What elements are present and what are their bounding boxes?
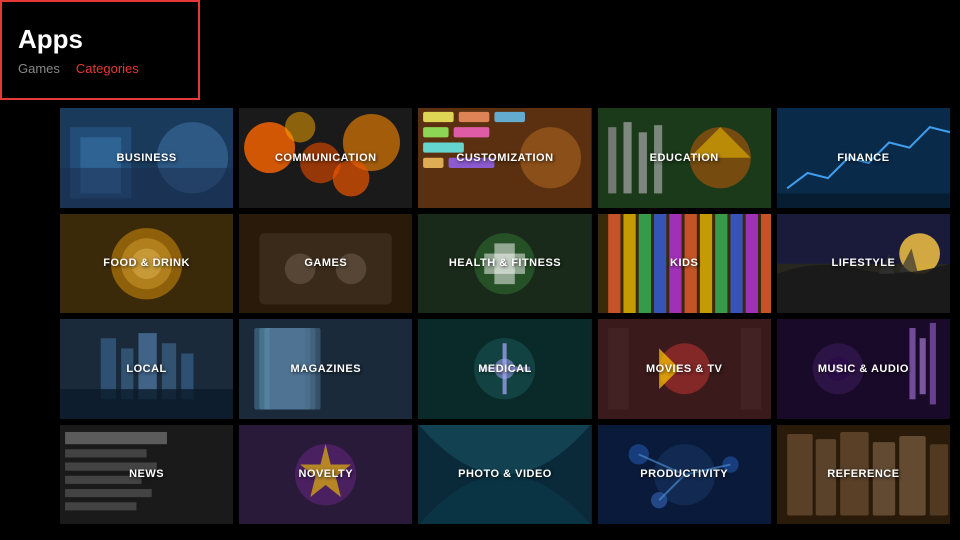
- category-tile-customization[interactable]: CUSTOMIZATION: [418, 108, 591, 208]
- nav-games[interactable]: Games: [18, 61, 60, 76]
- nav-categories[interactable]: Categories: [76, 61, 139, 76]
- category-tile-news[interactable]: NEWS: [60, 425, 233, 525]
- category-tile-finance[interactable]: FINANCE: [777, 108, 950, 208]
- header-container: Apps Games Categories: [0, 0, 200, 100]
- category-tile-education[interactable]: EDUCATION: [598, 108, 771, 208]
- tile-label-photo: PHOTO & VIDEO: [454, 463, 556, 485]
- category-tile-business[interactable]: BUSINESS: [60, 108, 233, 208]
- category-tile-kids[interactable]: KIDS: [598, 214, 771, 314]
- tile-label-games: GAMES: [300, 252, 351, 274]
- category-tile-medical[interactable]: MEDICAL: [418, 319, 591, 419]
- category-tile-movies[interactable]: MOVIES & TV: [598, 319, 771, 419]
- tile-label-local: LOCAL: [122, 358, 170, 380]
- category-tile-games[interactable]: GAMES: [239, 214, 412, 314]
- tile-label-health: HEALTH & FITNESS: [445, 252, 565, 274]
- tile-label-food: FOOD & DRINK: [99, 252, 194, 274]
- tile-label-medical: MEDICAL: [474, 358, 536, 380]
- category-tile-lifestyle[interactable]: LIFESTYLE: [777, 214, 950, 314]
- app-title: Apps: [18, 24, 182, 55]
- tile-label-reference: REFERENCE: [823, 463, 903, 485]
- categories-grid: BUSINESS COMMUNICATION CUSTOMIZATION EDUCAT…: [60, 108, 950, 530]
- tile-label-kids: KIDS: [666, 252, 702, 274]
- category-tile-reference[interactable]: REFERENCE: [777, 425, 950, 525]
- tile-label-magazines: MAGAZINES: [287, 358, 366, 380]
- tile-label-music: MUSIC & AUDIO: [814, 358, 913, 380]
- tile-label-finance: FINANCE: [833, 147, 893, 169]
- tile-label-news: NEWS: [125, 463, 168, 485]
- tile-label-movies: MOVIES & TV: [642, 358, 726, 380]
- tile-label-education: EDUCATION: [646, 147, 723, 169]
- tile-label-novelty: NOVELTY: [294, 463, 357, 485]
- category-tile-local[interactable]: LOCAL: [60, 319, 233, 419]
- category-tile-photo[interactable]: PHOTO & VIDEO: [418, 425, 591, 525]
- tile-label-productivity: PRODUCTIVITY: [636, 463, 732, 485]
- tile-label-business: BUSINESS: [112, 147, 180, 169]
- category-tile-productivity[interactable]: PRODUCTIVITY: [598, 425, 771, 525]
- category-tile-magazines[interactable]: MAGAZINES: [239, 319, 412, 419]
- category-tile-novelty[interactable]: NOVELTY: [239, 425, 412, 525]
- category-tile-communication[interactable]: COMMUNICATION: [239, 108, 412, 208]
- tile-label-customization: CUSTOMIZATION: [452, 147, 557, 169]
- tile-label-communication: COMMUNICATION: [271, 147, 381, 169]
- category-tile-music[interactable]: MUSIC & AUDIO: [777, 319, 950, 419]
- category-tile-health[interactable]: HEALTH & FITNESS: [418, 214, 591, 314]
- header-nav: Games Categories: [18, 61, 182, 76]
- tile-label-lifestyle: LIFESTYLE: [828, 252, 900, 274]
- category-tile-food[interactable]: FOOD & DRINK: [60, 214, 233, 314]
